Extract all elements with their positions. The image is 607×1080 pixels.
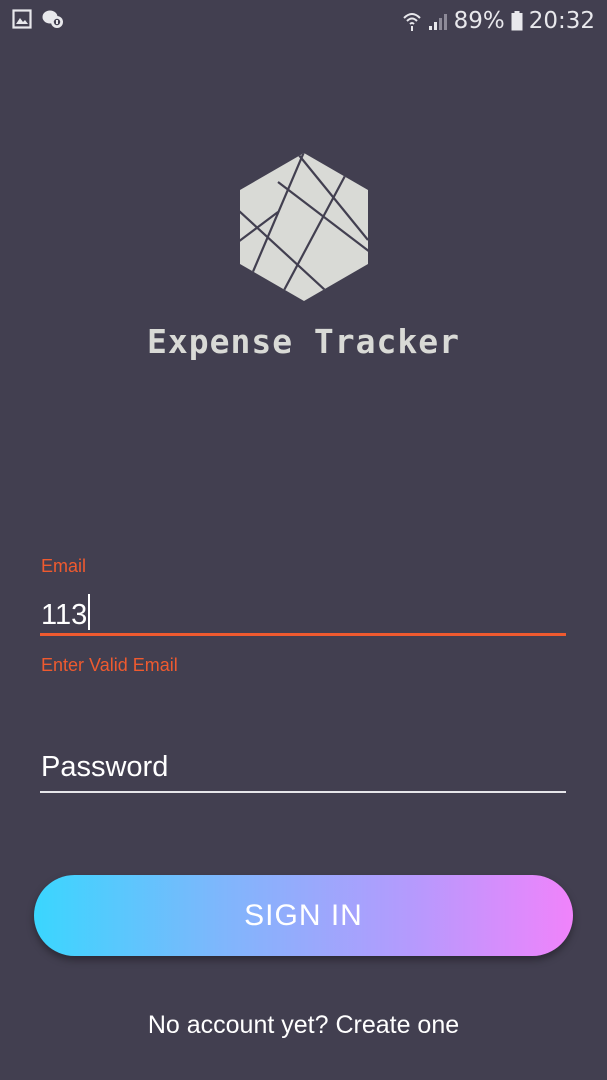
- battery-percent: 89%: [453, 8, 505, 34]
- app-title: Expense Tracker: [146, 322, 460, 361]
- status-bar-left: [12, 9, 64, 29]
- wifi-icon: [402, 10, 422, 32]
- sign-in-button[interactable]: SIGN IN: [34, 875, 573, 956]
- status-bar: 89% 20:32: [0, 0, 607, 42]
- chat-bubble-icon: [42, 9, 64, 29]
- email-label: Email: [41, 556, 87, 576]
- image-icon: [12, 9, 32, 29]
- email-input[interactable]: [40, 590, 566, 636]
- create-account-link[interactable]: No account yet? Create one: [0, 1011, 607, 1040]
- status-bar-right: 89% 20:32: [402, 6, 595, 36]
- battery-icon: [511, 11, 523, 31]
- signal-icon: [428, 11, 448, 31]
- email-error-message: Enter Valid Email: [41, 655, 178, 675]
- hexagon-logo-icon: [238, 152, 370, 302]
- sign-in-label: SIGN IN: [244, 898, 363, 932]
- password-input[interactable]: [40, 745, 566, 793]
- status-time: 20:32: [528, 8, 595, 34]
